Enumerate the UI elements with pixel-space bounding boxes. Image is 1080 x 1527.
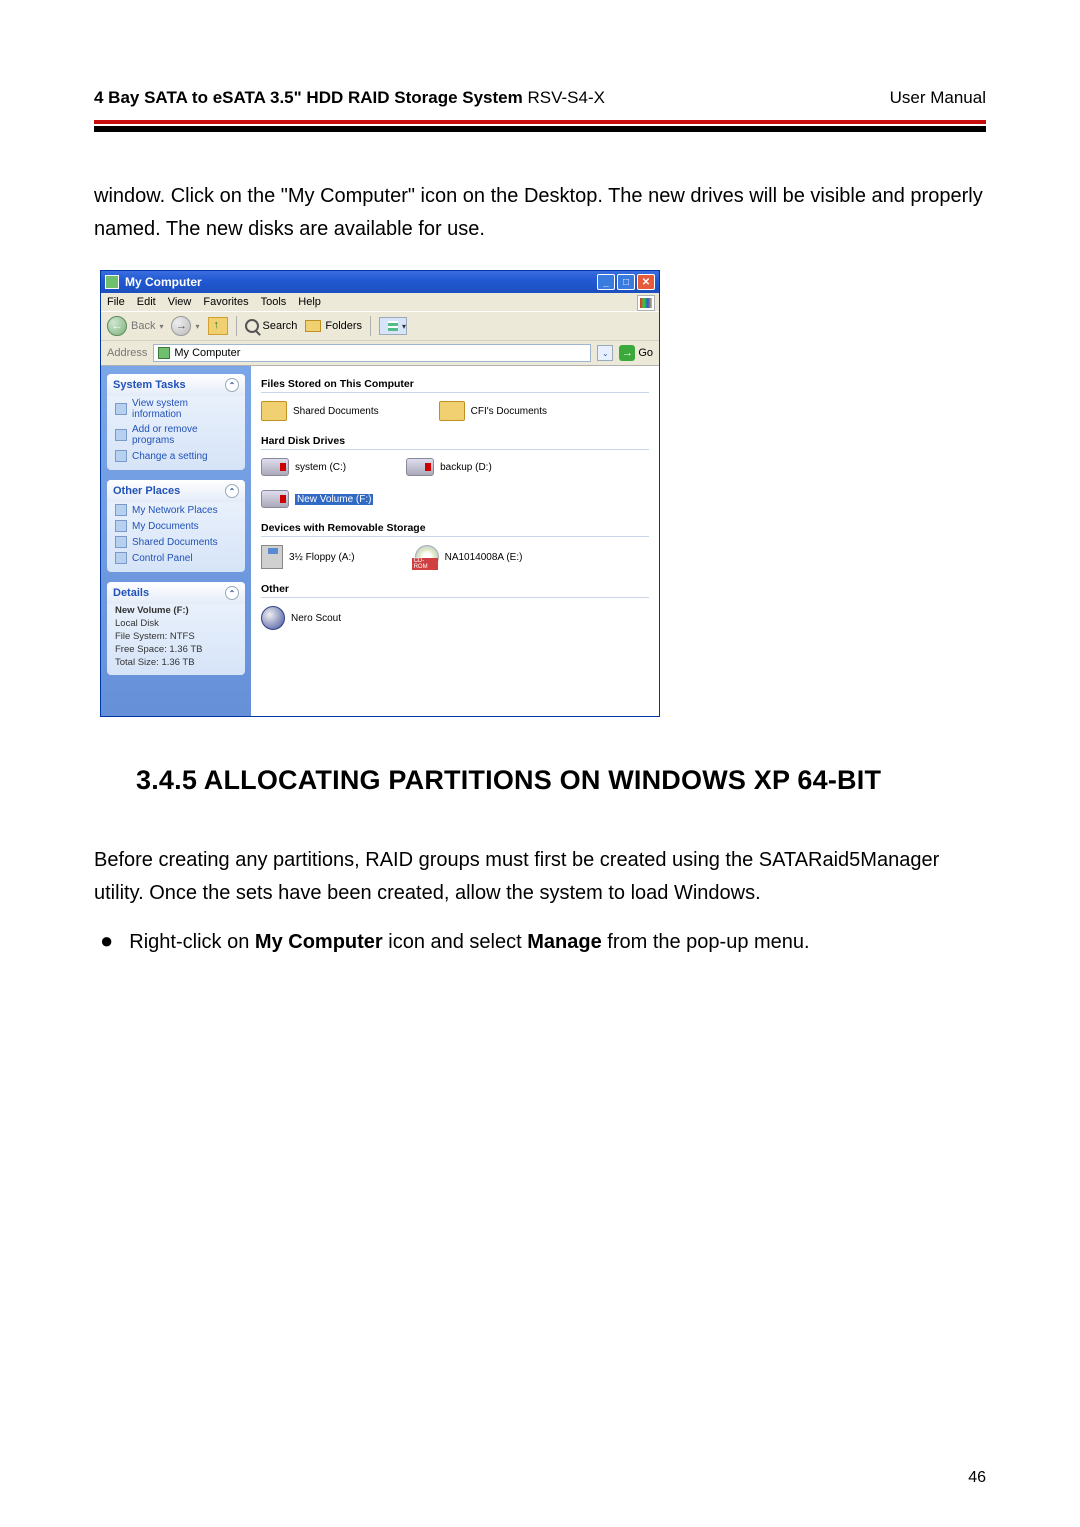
chevron-up-icon[interactable]: ⌃: [225, 378, 239, 392]
menu-tools[interactable]: Tools: [261, 296, 287, 308]
folder-icon: [115, 536, 127, 548]
drive-d[interactable]: backup (D:): [406, 458, 492, 476]
throbber-icon: [637, 295, 655, 311]
up-folder-button[interactable]: [208, 317, 228, 335]
nero-icon: [261, 606, 285, 630]
control-panel-icon: [115, 552, 127, 564]
cd-drive-e[interactable]: NA1014008A (E:): [415, 545, 523, 569]
section-other: Other: [261, 583, 649, 598]
other-places-title: Other Places: [113, 485, 180, 497]
go-button[interactable]: →Go: [619, 345, 653, 361]
header-left: 4 Bay SATA to eSATA 3.5" HDD RAID Storag…: [94, 88, 605, 108]
section-hard-drives: Hard Disk Drives: [261, 435, 649, 450]
close-button[interactable]: ✕: [637, 274, 655, 290]
section-removable: Devices with Removable Storage: [261, 522, 649, 537]
task-change-setting[interactable]: Change a setting: [107, 448, 245, 464]
hdd-icon: [406, 458, 434, 476]
minimize-button[interactable]: _: [597, 274, 615, 290]
other-places-panel: Other Places ⌃ My Network Places My Docum…: [107, 480, 245, 572]
section-files-stored: Files Stored on This Computer: [261, 378, 649, 393]
sidebar: System Tasks ⌃ View system information Ad…: [101, 366, 251, 716]
app-icon: [105, 275, 119, 289]
menu-help[interactable]: Help: [298, 296, 321, 308]
section-heading-345: 3.4.5 ALLOCATING PARTITIONS ON WINDOWS X…: [136, 765, 986, 796]
views-icon: [388, 321, 398, 331]
menu-favorites[interactable]: Favorites: [203, 296, 248, 308]
detail-total: Total Size: 1.36 TB: [107, 656, 245, 669]
bullet-dot: ●: [100, 926, 113, 958]
toolbar-separator-2: [370, 316, 371, 336]
go-icon: →: [619, 345, 635, 361]
hdd-icon: [261, 458, 289, 476]
menu-file[interactable]: File: [107, 296, 125, 308]
network-icon: [115, 504, 127, 516]
bullet-item: ● Right-click on My Computer icon and se…: [100, 926, 986, 958]
drive-f-selected[interactable]: New Volume (F:): [261, 490, 373, 508]
floppy-icon: [261, 545, 283, 569]
system-tasks-title: System Tasks: [113, 379, 186, 391]
red-rule: [94, 120, 986, 124]
hdd-icon: [261, 490, 289, 508]
search-button[interactable]: Search: [245, 319, 298, 333]
chevron-up-icon[interactable]: ⌃: [225, 484, 239, 498]
detail-fs: File System: NTFS: [107, 630, 245, 643]
address-dropdown[interactable]: ⌄: [597, 345, 613, 361]
folder-icon: [115, 520, 127, 532]
black-rule: [94, 126, 986, 132]
detail-name: New Volume (F:): [107, 604, 245, 617]
chevron-up-icon[interactable]: ⌃: [225, 586, 239, 600]
drive-c[interactable]: system (C:): [261, 458, 346, 476]
bullet-text: Right-click on My Computer icon and sele…: [129, 926, 809, 958]
folder-icon: [261, 401, 287, 421]
search-icon: [245, 319, 259, 333]
place-shared-docs[interactable]: Shared Documents: [107, 534, 245, 550]
window-title: My Computer: [125, 275, 202, 289]
folders-icon: [305, 320, 321, 332]
address-field[interactable]: My Computer: [153, 344, 591, 362]
details-panel: Details ⌃ New Volume (F:) Local Disk File…: [107, 582, 245, 675]
detail-free: Free Space: 1.36 TB: [107, 643, 245, 656]
folders-button[interactable]: Folders: [305, 320, 362, 332]
task-view-info[interactable]: View system information: [107, 396, 245, 422]
header-right: User Manual: [890, 88, 986, 108]
place-my-docs[interactable]: My Documents: [107, 518, 245, 534]
floppy-a[interactable]: 3½ Floppy (A:): [261, 545, 355, 569]
item-shared-docs[interactable]: Shared Documents: [261, 401, 379, 421]
views-button[interactable]: [379, 317, 407, 335]
address-value: My Computer: [174, 347, 240, 359]
toolbar: ←Back▾ →▾ Search Folders: [101, 312, 659, 341]
task-add-remove[interactable]: Add or remove programs: [107, 422, 245, 448]
page-header: 4 Bay SATA to eSATA 3.5" HDD RAID Storag…: [94, 88, 986, 118]
settings-icon: [115, 450, 127, 462]
address-label: Address: [107, 347, 147, 359]
paragraph-before-creating: Before creating any partitions, RAID gro…: [94, 844, 986, 910]
system-tasks-panel: System Tasks ⌃ View system information Ad…: [107, 374, 245, 470]
address-bar: Address My Computer ⌄ →Go: [101, 341, 659, 366]
back-button[interactable]: ←Back▾: [107, 316, 163, 336]
menu-bar: File Edit View Favorites Tools Help: [101, 293, 659, 312]
place-network[interactable]: My Network Places: [107, 502, 245, 518]
nero-scout[interactable]: Nero Scout: [261, 606, 341, 630]
place-control-panel[interactable]: Control Panel: [107, 550, 245, 566]
menu-view[interactable]: View: [168, 296, 192, 308]
folder-icon: [439, 401, 465, 421]
maximize-button[interactable]: □: [617, 274, 635, 290]
detail-type: Local Disk: [107, 617, 245, 630]
toolbar-separator: [236, 316, 237, 336]
add-remove-icon: [115, 429, 127, 441]
product-title: 4 Bay SATA to eSATA 3.5" HDD RAID Storag…: [94, 88, 523, 107]
intro-paragraph: window. Click on the "My Computer" icon …: [94, 180, 986, 246]
cd-icon: [415, 545, 439, 569]
window-titlebar[interactable]: My Computer _ □ ✕: [101, 271, 659, 293]
item-cfi-docs[interactable]: CFI's Documents: [439, 401, 547, 421]
details-title: Details: [113, 587, 149, 599]
page-number: 46: [968, 1469, 986, 1487]
my-computer-window: My Computer _ □ ✕ File Edit View Favorit…: [100, 270, 660, 717]
forward-button[interactable]: →▾: [171, 316, 199, 336]
info-icon: [115, 403, 127, 415]
address-icon: [158, 347, 170, 359]
product-model: RSV-S4-X: [523, 88, 605, 107]
explorer-content: Files Stored on This Computer Shared Doc…: [251, 366, 659, 716]
menu-edit[interactable]: Edit: [137, 296, 156, 308]
